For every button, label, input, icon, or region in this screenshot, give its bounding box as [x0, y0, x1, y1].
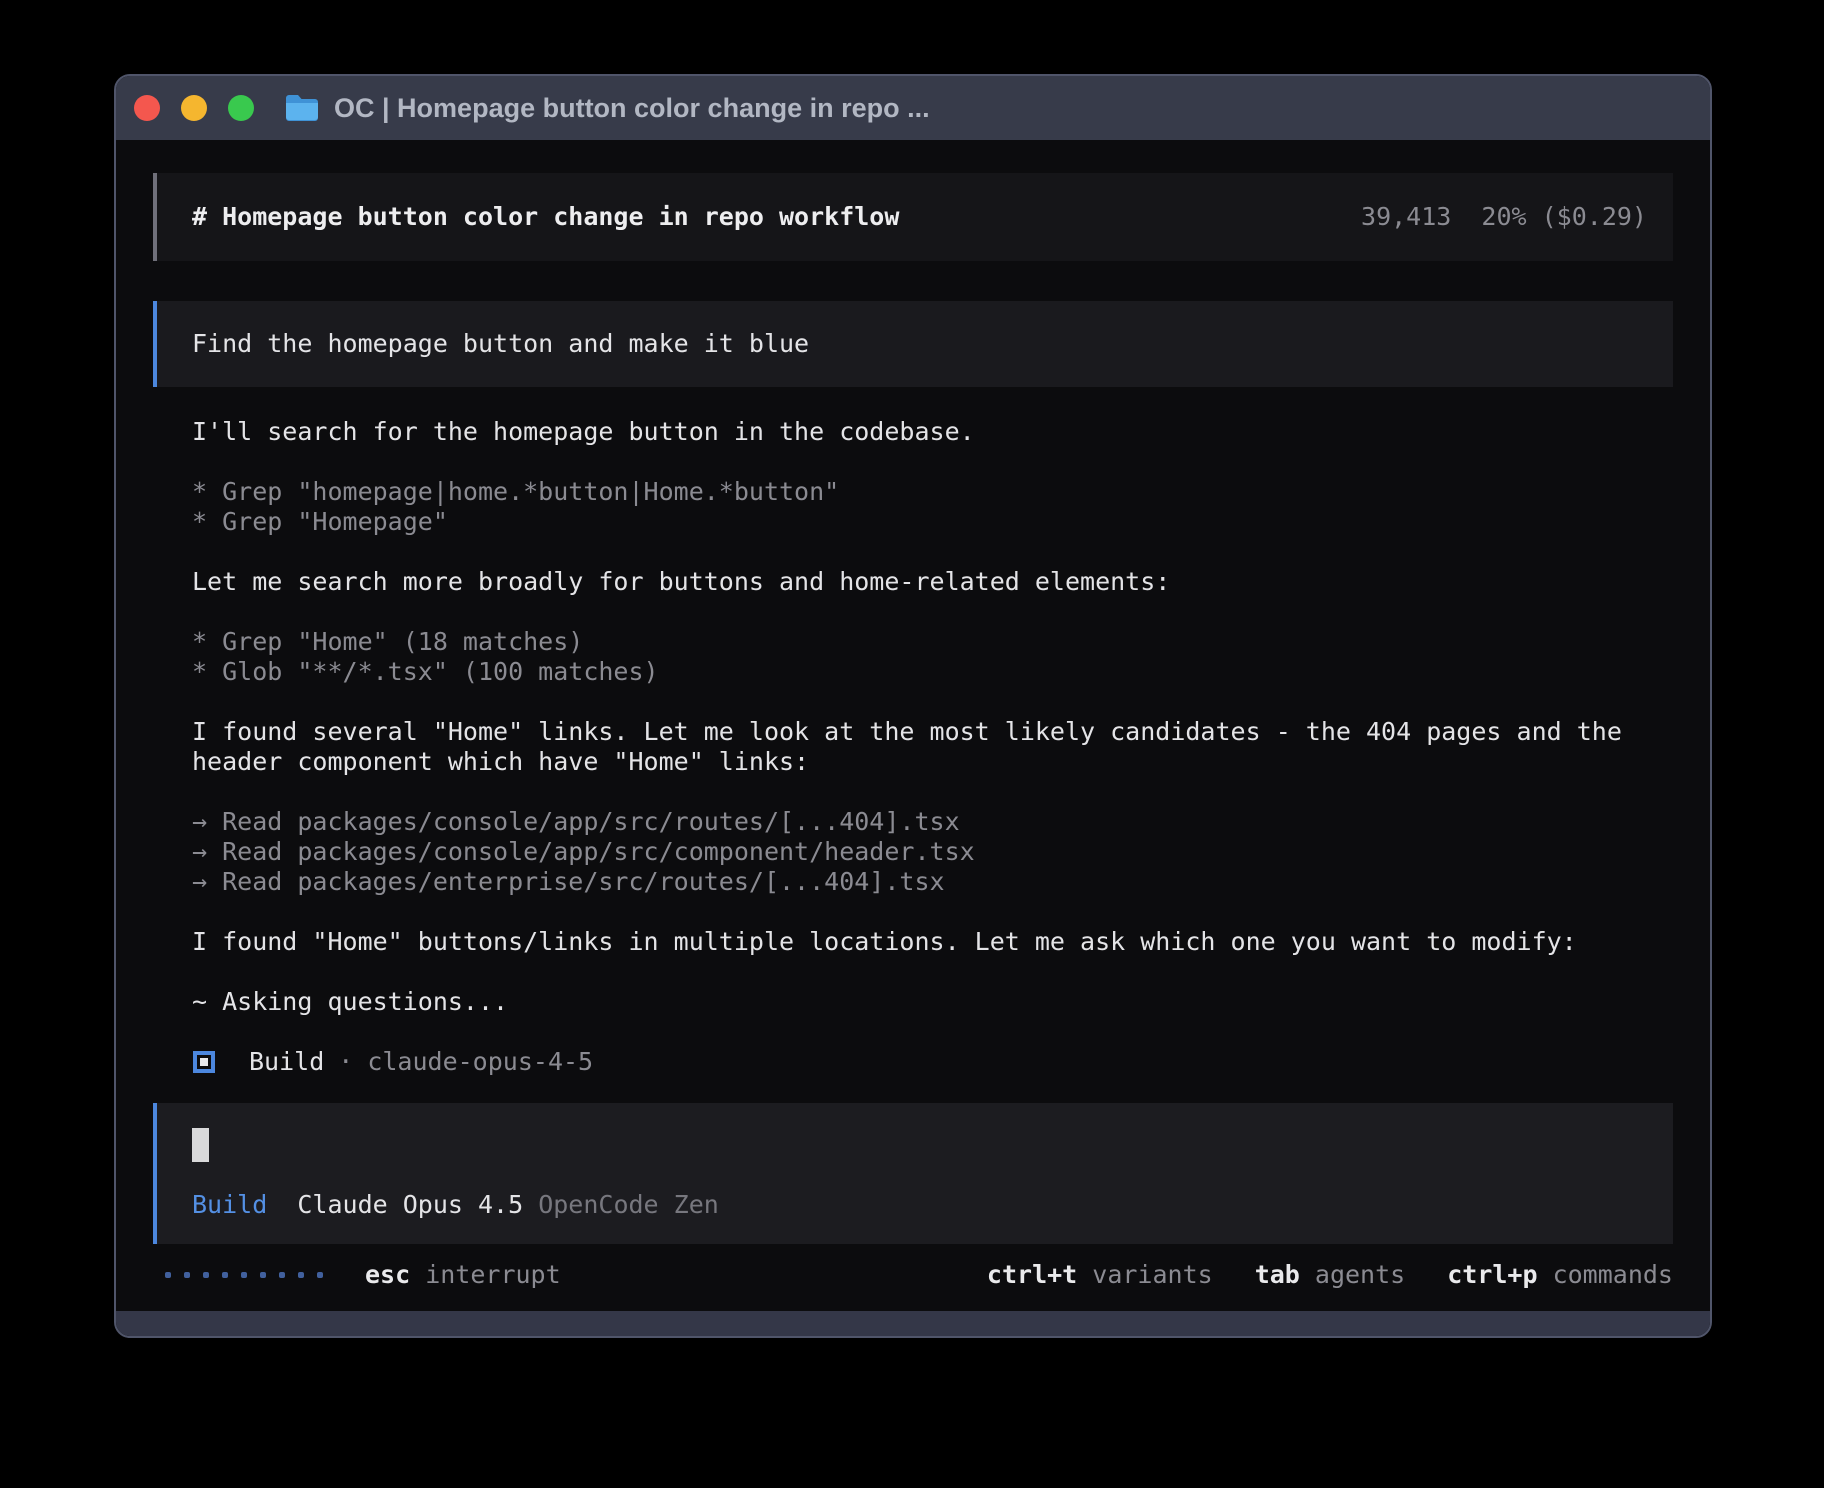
- spinner-dot: [279, 1272, 285, 1278]
- assistant-text: I found several "Home" links. Let me loo…: [192, 717, 1673, 777]
- agent-separator: ·: [338, 1047, 353, 1077]
- hint-variants: ctrl+t variants: [987, 1260, 1213, 1290]
- spinner-dot: [298, 1272, 304, 1278]
- window-footer: [116, 1311, 1710, 1336]
- close-button[interactable]: [134, 95, 160, 121]
- session-meta: 39,413 20% ($0.29): [1361, 202, 1647, 232]
- assistant-transcript: I'll search for the homepage button in t…: [153, 417, 1673, 1077]
- text-cursor: [192, 1128, 209, 1162]
- spinner-dots: [165, 1272, 323, 1278]
- agents-label: agents: [1315, 1260, 1405, 1290]
- terminal-window: OC | Homepage button color change in rep…: [114, 74, 1712, 1338]
- agent-indicator: Build · claude-opus-4-5: [192, 1047, 1673, 1077]
- tool-call-read: → Read packages/console/app/src/routes/[…: [192, 807, 1673, 837]
- model-label: Claude Opus 4.5: [297, 1190, 523, 1220]
- tool-call-group: * Grep "Home" (18 matches) * Glob "**/*.…: [192, 627, 1673, 687]
- zoom-button[interactable]: [228, 95, 254, 121]
- context-usage: 20% ($0.29): [1481, 202, 1647, 232]
- spinner-dot: [184, 1272, 190, 1278]
- traffic-lights: [134, 95, 254, 121]
- status-bar: esc interrupt ctrl+t variants tab agents…: [153, 1244, 1673, 1304]
- status-left: esc interrupt: [165, 1260, 561, 1290]
- spinner-dot: [222, 1272, 228, 1278]
- spinner-dot: [165, 1272, 171, 1278]
- folder-icon: [284, 94, 320, 122]
- tool-call-glob: * Glob "**/*.tsx" (100 matches): [192, 657, 1673, 687]
- spinner-dot: [317, 1272, 323, 1278]
- hint-agents: tab agents: [1255, 1260, 1406, 1290]
- user-message-text: Find the homepage button and make it blu…: [192, 329, 809, 358]
- tool-call-read: → Read packages/console/app/src/componen…: [192, 837, 1673, 867]
- hint-commands: ctrl+p commands: [1447, 1260, 1673, 1290]
- agent-mode-label: Build: [192, 1190, 267, 1220]
- input-meta: Build Claude Opus 4.5 OpenCode Zen: [192, 1190, 1647, 1220]
- ctrl-p-key: ctrl+p: [1447, 1260, 1537, 1290]
- esc-label: interrupt: [425, 1260, 560, 1290]
- tool-call-grep: * Grep "homepage|home.*button|Home.*butt…: [192, 477, 1673, 507]
- spinner-dot: [241, 1272, 247, 1278]
- assistant-text: I'll search for the homepage button in t…: [192, 417, 1673, 447]
- tool-call-grep: * Grep "Home" (18 matches): [192, 627, 1673, 657]
- working-status: ~ Asking questions...: [192, 987, 1673, 1017]
- session-title: # Homepage button color change in repo w…: [192, 202, 899, 232]
- commands-label: commands: [1553, 1260, 1673, 1290]
- tool-call-group: → Read packages/console/app/src/routes/[…: [192, 807, 1673, 897]
- token-count: 39,413: [1361, 202, 1451, 232]
- provider-label: OpenCode Zen: [538, 1190, 719, 1220]
- esc-key: esc: [365, 1260, 410, 1290]
- window-title: OC | Homepage button color change in rep…: [334, 93, 930, 124]
- ctrl-t-key: ctrl+t: [987, 1260, 1077, 1290]
- window-titlebar[interactable]: OC | Homepage button color change in rep…: [116, 76, 1710, 140]
- desktop: OC | Homepage button color change in rep…: [0, 0, 1824, 1488]
- spinner-dot: [260, 1272, 266, 1278]
- user-message: Find the homepage button and make it blu…: [153, 301, 1673, 387]
- tool-call-group: * Grep "homepage|home.*button|Home.*butt…: [192, 477, 1673, 537]
- tool-call-read: → Read packages/enterprise/src/routes/[.…: [192, 867, 1673, 897]
- minimize-button[interactable]: [181, 95, 207, 121]
- assistant-text: Let me search more broadly for buttons a…: [192, 567, 1673, 597]
- tab-key: tab: [1255, 1260, 1300, 1290]
- tool-call-grep: * Grep "Homepage": [192, 507, 1673, 537]
- variants-label: variants: [1092, 1260, 1212, 1290]
- agent-name: Build: [249, 1047, 324, 1077]
- agent-square-icon: [193, 1051, 215, 1073]
- assistant-text: I found "Home" buttons/links in multiple…: [192, 927, 1673, 957]
- prompt-input[interactable]: Build Claude Opus 4.5 OpenCode Zen: [153, 1103, 1673, 1244]
- agent-model: claude-opus-4-5: [367, 1047, 593, 1077]
- terminal-content: # Homepage button color change in repo w…: [116, 140, 1710, 1311]
- session-header: # Homepage button color change in repo w…: [153, 173, 1673, 261]
- status-right: ctrl+t variants tab agents ctrl+p comman…: [987, 1260, 1673, 1290]
- spinner-dot: [203, 1272, 209, 1278]
- hint-interrupt: esc interrupt: [365, 1260, 561, 1290]
